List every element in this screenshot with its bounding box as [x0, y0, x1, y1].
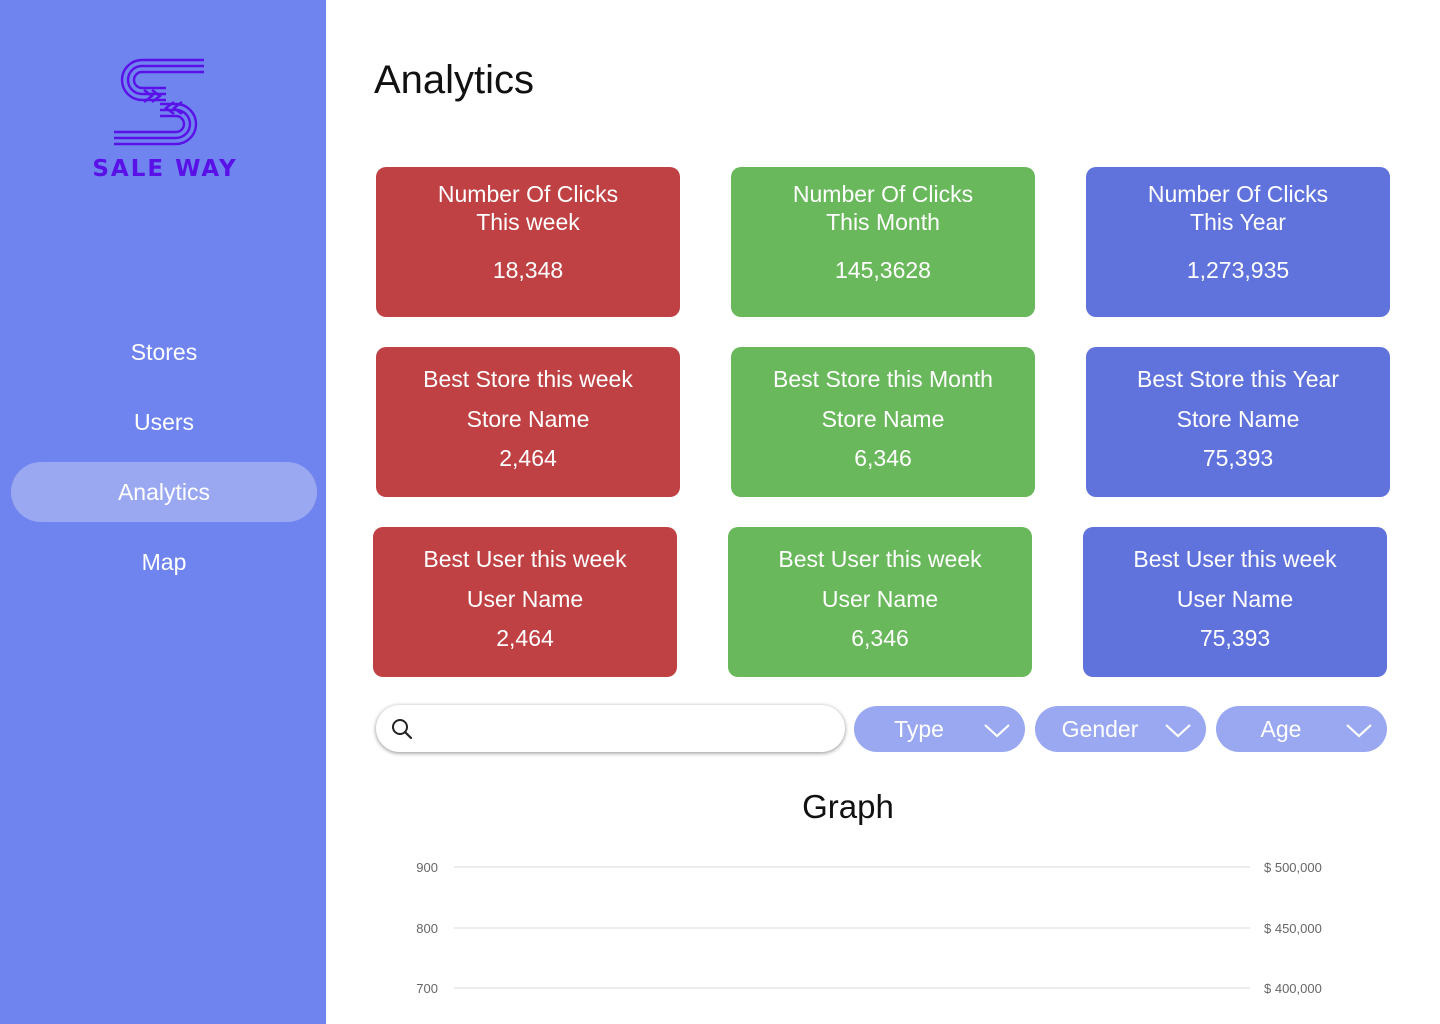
- card-value: 6,346: [851, 625, 909, 651]
- card-best-store-month[interactable]: Best Store this Month Store Name 6,346: [731, 347, 1035, 497]
- card-clicks-year[interactable]: Number Of Clicks This Year 1,273,935: [1086, 167, 1390, 317]
- card-value: 75,393: [1199, 625, 1271, 651]
- card-best-user-3[interactable]: Best User this week User Name 75,393: [1083, 527, 1387, 677]
- y-right-tick-label: $ 500,000: [1264, 860, 1322, 875]
- chevron-down-icon: [1346, 724, 1372, 738]
- gender-dropdown-label: Gender: [1061, 716, 1139, 742]
- card-store-name: Store Name: [1176, 406, 1300, 432]
- card-value: 75,393: [1202, 445, 1274, 471]
- card-user-name: User Name: [466, 586, 584, 612]
- sale-way-logo-icon: [114, 58, 204, 146]
- brand-name: SALE WAY: [92, 156, 238, 182]
- card-best-store-week[interactable]: Best Store this week Store Name 2,464: [376, 347, 680, 497]
- card-title: Number Of Clicks: [792, 181, 974, 207]
- card-store-name: Store Name: [821, 406, 945, 432]
- card-title: Number Of Clicks: [1147, 181, 1329, 207]
- card-user-name: User Name: [821, 586, 939, 612]
- card-subtitle: This Month: [826, 209, 940, 235]
- card-title: Best User this week: [1133, 546, 1337, 572]
- card-store-name: Store Name: [466, 406, 590, 432]
- card-title: Number Of Clicks: [437, 181, 619, 207]
- graph-chart: 900 $ 500,000 800 $ 450,000 700 $ 400,000: [416, 860, 1322, 996]
- type-dropdown[interactable]: Type: [854, 706, 1025, 752]
- card-title: Best Store this week: [423, 366, 633, 392]
- sidebar-item-stores[interactable]: Stores: [11, 322, 317, 382]
- search-bar[interactable]: [376, 705, 845, 752]
- card-best-user-1[interactable]: Best User this week User Name 2,464: [373, 527, 677, 677]
- card-value: 2,464: [496, 625, 554, 651]
- sidebar-item-map[interactable]: Map: [11, 532, 317, 592]
- card-user-name: User Name: [1176, 586, 1294, 612]
- y-right-tick-label: $ 450,000: [1264, 921, 1322, 936]
- brand-logo[interactable]: SALE WAY: [90, 52, 240, 187]
- card-title: Best User this week: [778, 546, 982, 572]
- card-clicks-month[interactable]: Number Of Clicks This Month 145,3628: [731, 167, 1035, 317]
- card-best-store-year[interactable]: Best Store this Year Store Name 75,393: [1086, 347, 1390, 497]
- search-input[interactable]: [424, 711, 824, 746]
- search-icon: [392, 719, 413, 740]
- card-value: 6,346: [854, 445, 912, 471]
- gender-dropdown[interactable]: Gender: [1035, 706, 1206, 752]
- y-left-tick-label: 700: [416, 981, 438, 996]
- card-value: 2,464: [499, 445, 557, 471]
- graph-title: Graph: [802, 788, 894, 825]
- card-title: Best Store this Month: [773, 366, 993, 392]
- card-best-user-2[interactable]: Best User this week User Name 6,346: [728, 527, 1032, 677]
- y-left-tick-label: 800: [416, 921, 438, 936]
- type-dropdown-label: Type: [894, 716, 944, 742]
- card-value: 145,3628: [835, 257, 931, 283]
- card-value: 1,273,935: [1186, 257, 1290, 283]
- page-title: Analytics: [374, 58, 535, 102]
- card-subtitle: This week: [476, 209, 580, 235]
- age-dropdown-label: Age: [1260, 716, 1302, 742]
- y-right-tick-label: $ 400,000: [1264, 981, 1322, 996]
- card-clicks-week[interactable]: Number Of Clicks This week 18,348: [376, 167, 680, 317]
- sidebar-item-analytics[interactable]: Analytics: [11, 462, 317, 522]
- age-dropdown[interactable]: Age: [1216, 706, 1387, 752]
- card-subtitle: This Year: [1190, 209, 1286, 235]
- y-left-tick-label: 900: [416, 860, 438, 875]
- card-title: Best Store this Year: [1136, 366, 1339, 392]
- card-title: Best User this week: [423, 546, 627, 572]
- sidebar: SALE WAY Stores Users Analytics Map: [0, 0, 326, 1024]
- chevron-down-icon: [984, 724, 1010, 738]
- sidebar-item-users[interactable]: Users: [11, 392, 317, 452]
- chevron-down-icon: [1165, 724, 1191, 738]
- card-value: 18,348: [492, 257, 564, 283]
